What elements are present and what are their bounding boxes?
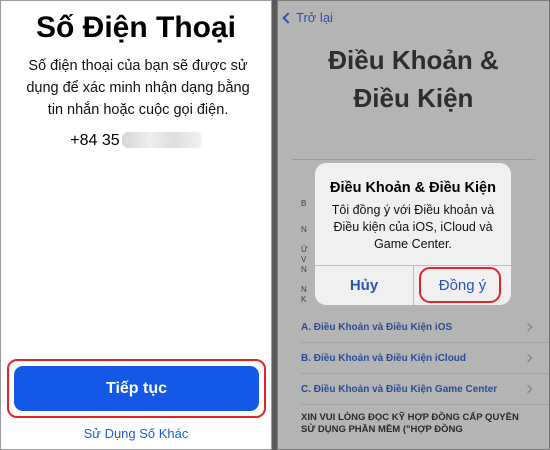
divider — [301, 404, 549, 405]
terms-row-icloud[interactable]: B. Điều Khoản và Điều Kiện iCloud — [301, 350, 533, 366]
divider — [292, 159, 535, 160]
alert-message: Tôi đồng ý với Điều khoản và Điều kiện c… — [331, 203, 495, 251]
back-button[interactable]: Trở lại — [282, 10, 333, 25]
terms-title-line1: Điều Khoản & — [328, 45, 499, 75]
phone-number-screen: Số Điện Thoại Số điện thoại của bạn sẽ đ… — [0, 0, 272, 450]
phone-number: +84 35 — [1, 132, 271, 150]
chevron-right-icon — [523, 384, 533, 394]
divider — [301, 342, 549, 343]
agree-highlight — [419, 267, 501, 303]
chevron-left-icon — [282, 11, 294, 24]
terms-row-label: B. Điều Khoản và Điều Kiện iCloud — [301, 352, 467, 364]
phone-number-prefix: +84 35 — [70, 132, 120, 149]
chevron-right-icon — [523, 353, 533, 363]
divider — [301, 373, 549, 374]
phone-number-redacted — [121, 132, 202, 148]
use-other-number-link[interactable]: Sử Dụng Số Khác — [1, 426, 271, 441]
terms-screen: Trở lại Điều Khoản & Điều Kiện B N Ứ V N… — [277, 0, 550, 450]
alert-title: Điều Khoản & Điều Kiện — [330, 180, 496, 196]
cancel-button[interactable]: Hủy — [315, 266, 413, 305]
terms-row-label: A. Điều Khoản và Điều Kiện iOS — [301, 321, 453, 333]
terms-title: Điều Khoản & Điều Kiện — [278, 41, 549, 117]
license-notice: XIN VUI LÒNG ĐỌC KỸ HỢP ĐỒNG CẤP QUYỀN S… — [301, 412, 519, 435]
chevron-right-icon — [523, 322, 533, 332]
terms-document-text: B N Ứ V N N K — [301, 199, 308, 304]
back-label: Trở lại — [296, 10, 333, 25]
terms-title-line2: Điều Kiện — [353, 83, 474, 113]
phone-description: Số điện thoại của bạn sẽ được sử dụng để… — [26, 58, 250, 118]
page-title: Số Điện Thoại — [35, 11, 236, 44]
terms-row-game-center[interactable]: C. Điều Khoản và Điều Kiện Game Center — [301, 381, 533, 397]
terms-row-label: C. Điều Khoản và Điều Kiện Game Center — [301, 383, 498, 395]
terms-row-ios[interactable]: A. Điều Khoản và Điều Kiện iOS — [301, 319, 533, 335]
continue-button[interactable]: Tiếp tục — [14, 366, 259, 411]
